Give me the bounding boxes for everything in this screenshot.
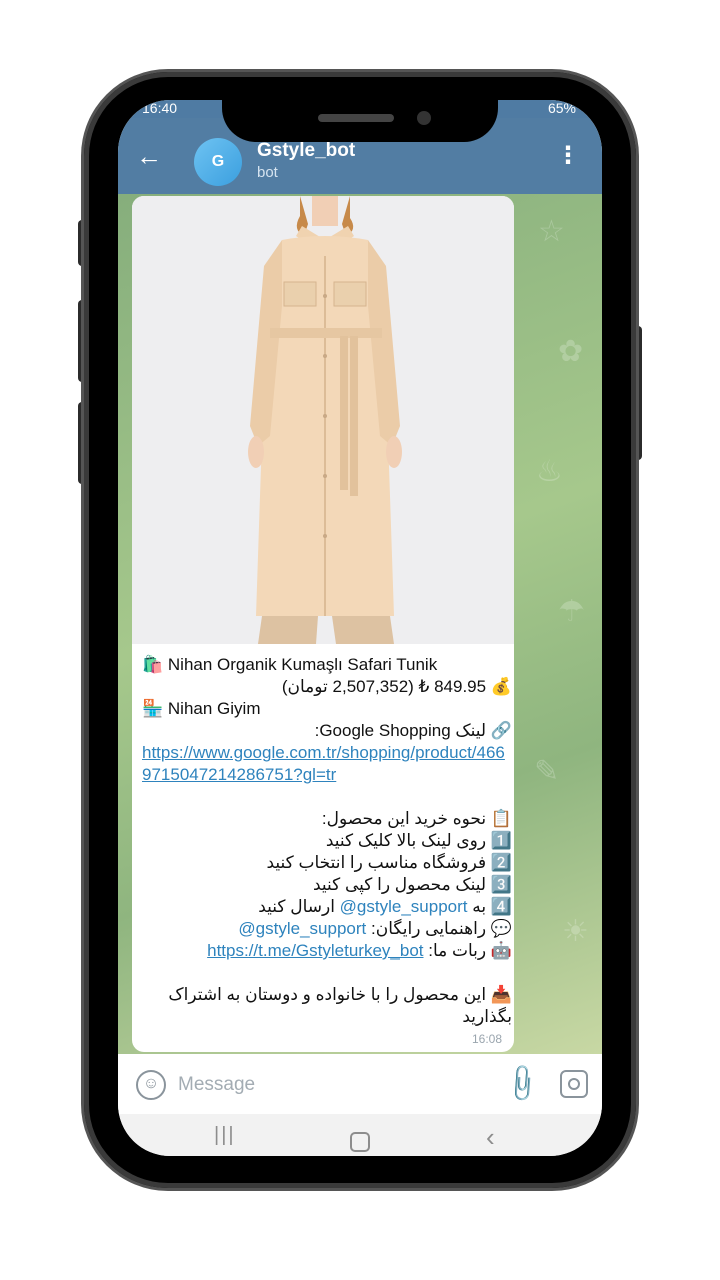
message-input[interactable]	[176, 1070, 460, 1100]
guide-line: 💬 راهنمایی رایگان: @gstyle_support	[142, 918, 512, 940]
google-shopping-link[interactable]: https://www.google.com.tr/shopping/produ…	[142, 743, 505, 784]
step-4-line: 4️⃣ به @gstyle_support ارسال کنید	[142, 896, 512, 918]
battery-level: 65%	[547, 100, 576, 116]
home-icon[interactable]	[350, 1132, 370, 1152]
chat-subtitle: bot	[257, 164, 278, 181]
doodle-pattern-icon: ♨	[536, 455, 563, 488]
android-nav-bar: ||| ‹	[118, 1114, 602, 1156]
arrow-left-icon[interactable]: ←	[136, 143, 162, 169]
earpiece-speaker	[318, 114, 394, 122]
share-line: 📥 این محصول را با خانواده و دوستان به اش…	[142, 984, 512, 1028]
support-mention[interactable]: @gstyle_support	[340, 897, 468, 916]
bot-label: ربات ما:	[428, 941, 487, 960]
inbox-tray-icon: 📥	[490, 985, 512, 1004]
step-2: فروشگاه مناسب را انتخاب کنید	[266, 853, 487, 872]
keycap-3-icon: 3️⃣	[490, 875, 512, 894]
google-link-label: لینک Google Shopping:	[314, 721, 487, 740]
bot-line: 🤖 ربات ما: https://t.me/Gstyleturkey_bot	[142, 940, 512, 962]
camera-icon[interactable]	[560, 1070, 588, 1098]
step-4-suffix: ارسال کنید	[258, 897, 335, 916]
step-2-line: 2️⃣ فروشگاه مناسب را انتخاب کنید	[142, 852, 512, 874]
google-shopping-link-line: https://www.google.com.tr/shopping/produ…	[142, 742, 512, 786]
clipboard-icon: 📋	[490, 809, 512, 828]
notch	[222, 82, 498, 142]
price: 849.95 ₺ (2,507,352 تومان)	[281, 677, 487, 696]
step-1: روی لینک بالا کلیک کنید	[325, 831, 487, 850]
more-vertical-icon[interactable]: ⋮	[556, 144, 580, 168]
keycap-2-icon: 2️⃣	[490, 853, 512, 872]
message-input-bar: ☺ 📎	[118, 1054, 602, 1114]
store-name: Nihan Giyim	[167, 699, 261, 718]
keycap-1-icon: 1️⃣	[490, 831, 512, 850]
product-name: Nihan Organik Kumaşlı Safari Tunik	[167, 655, 438, 674]
recent-apps-icon[interactable]: |||	[214, 1124, 236, 1147]
doodle-pattern-icon: ☆	[538, 215, 565, 248]
step-4-prefix: به	[472, 897, 487, 916]
message-time: 16:08	[471, 1032, 502, 1046]
google-link-label-line: 🔗 لینک Google Shopping:	[142, 720, 512, 742]
robot-icon: 🤖	[490, 941, 512, 960]
avatar[interactable]: G	[194, 138, 242, 186]
paperclip-icon[interactable]: 📎	[500, 1061, 544, 1106]
speech-bubble-icon: 💬	[490, 919, 512, 938]
chat-title[interactable]: Gstyle_bot	[257, 140, 355, 162]
store-icon: 🏪	[142, 699, 164, 718]
nav-back-icon[interactable]: ‹	[486, 1122, 495, 1153]
guide-label: راهنمایی رایگان:	[370, 919, 487, 938]
product-photo[interactable]	[132, 196, 514, 644]
doodle-pattern-icon: ✿	[558, 335, 584, 368]
guide-mention[interactable]: @gstyle_support	[238, 919, 366, 938]
step-3-line: 3️⃣ لینک محصول را کپی کنید	[142, 874, 512, 896]
step-3: لینک محصول را کپی کنید	[312, 875, 487, 894]
message-text: 🛍️ Nihan Organik Kumaşlı Safari Tunik 💰 …	[142, 654, 512, 1028]
product-name-line: 🛍️ Nihan Organik Kumaşlı Safari Tunik	[142, 654, 512, 676]
chat-area[interactable]: ☆ ✿ ♨ ☂ ✎ ☀ 🛍️ Nihan Organik Kumaşlı Saf…	[118, 194, 602, 1144]
emoji-icon[interactable]: ☺	[136, 1070, 166, 1100]
message-bubble[interactable]: 🛍️ Nihan Organik Kumaşlı Safari Tunik 💰 …	[132, 196, 514, 1052]
howto-title-line: 📋 نحوه خرید این محصول:	[142, 808, 512, 830]
bot-link[interactable]: https://t.me/Gstyleturkey_bot	[207, 941, 423, 960]
howto-title: نحوه خرید این محصول:	[321, 809, 487, 828]
price-line: 💰 849.95 ₺ (2,507,352 تومان)	[142, 676, 512, 698]
phone-screen: 16:40 65% ← G Gstyle_bot bot ⋮ ☆ ✿ ♨ ☂ ✎…	[118, 100, 602, 1156]
money-bag-icon: 💰	[490, 677, 512, 696]
link-icon: 🔗	[490, 721, 512, 740]
keycap-4-icon: 4️⃣	[490, 897, 512, 916]
shopping-bags-icon: 🛍️	[142, 655, 164, 674]
front-camera	[417, 111, 431, 125]
share-text: این محصول را با خانواده و دوستان به اشتر…	[168, 985, 512, 1026]
status-time: 16:40	[142, 100, 178, 116]
store-line: 🏪 Nihan Giyim	[142, 698, 512, 720]
doodle-pattern-icon: ☂	[558, 595, 585, 628]
doodle-pattern-icon: ✎	[534, 755, 560, 788]
doodle-pattern-icon: ☀	[562, 915, 589, 948]
step-1-line: 1️⃣ روی لینک بالا کلیک کنید	[142, 830, 512, 852]
